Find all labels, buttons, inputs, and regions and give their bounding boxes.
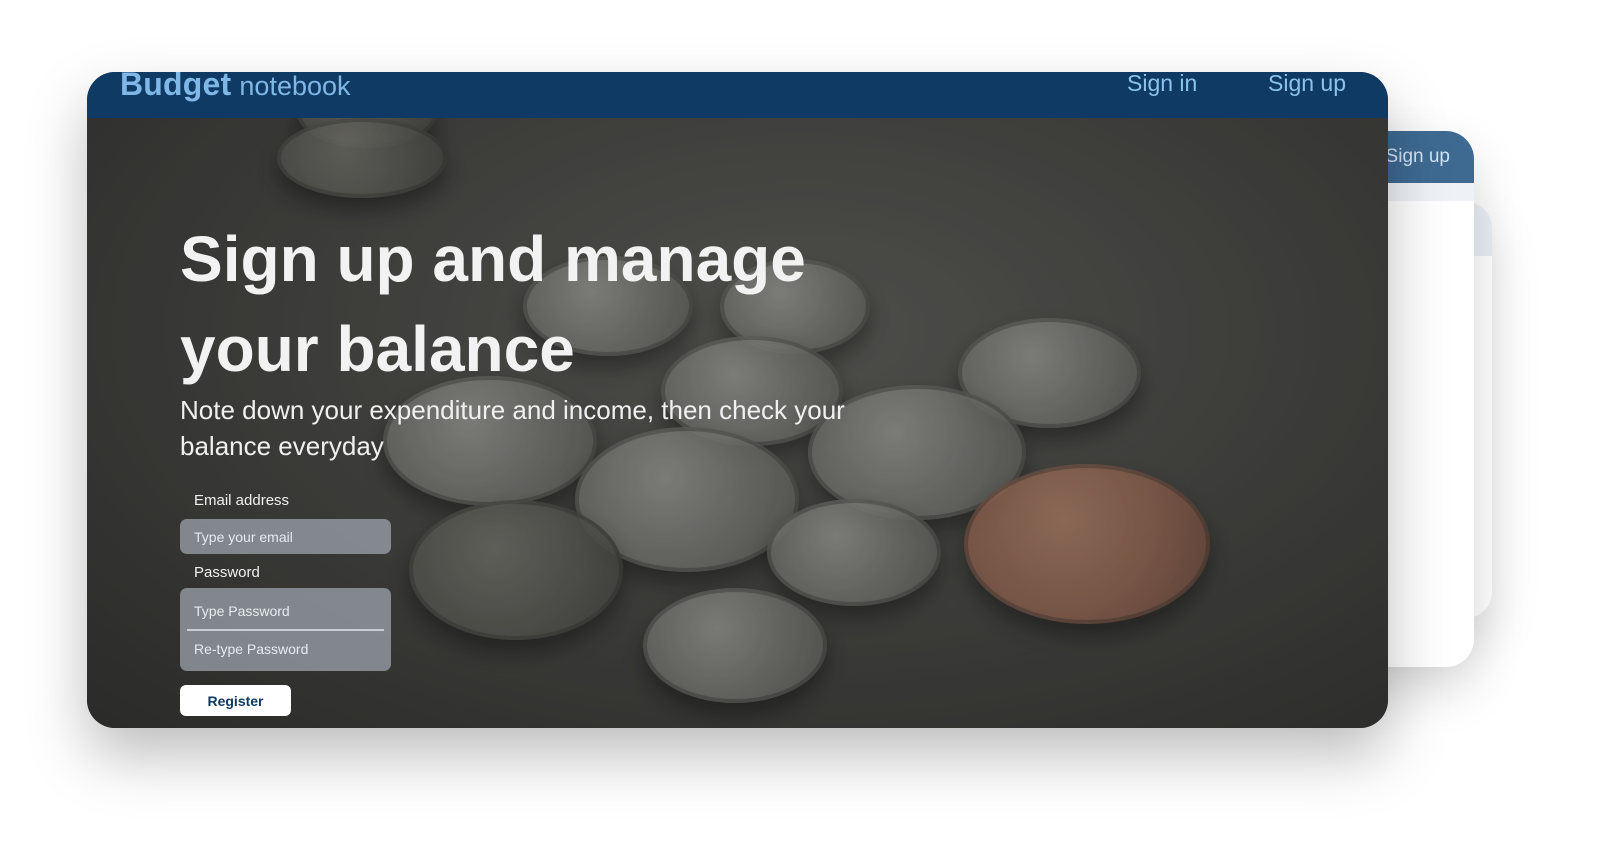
hero-headline: Sign up and manage your balance <box>180 223 806 385</box>
password-field-group <box>180 588 391 671</box>
email-input[interactable] <box>180 519 391 554</box>
password-label: Password <box>194 564 260 581</box>
sign-up-link[interactable]: Sign up <box>1268 72 1346 97</box>
sign-in-link[interactable]: Sign in <box>1127 72 1197 97</box>
brand-logo-bold: Budget <box>120 72 232 102</box>
main-window: Budget notebook Sign in Sign up Sign up a… <box>87 72 1388 728</box>
hero-subtitle: Note down your expenditure and income, t… <box>180 395 845 461</box>
password-input[interactable] <box>180 591 391 631</box>
email-label: Email address <box>194 492 290 509</box>
brand-logo-light: notebook <box>239 72 351 101</box>
brand-logo[interactable]: Budget notebook <box>120 72 351 103</box>
register-button[interactable]: Register <box>180 685 291 716</box>
stacked-card-signup-label: Sign up <box>1385 146 1450 167</box>
retype-password-input[interactable] <box>180 629 391 669</box>
top-nav-bar: Budget notebook Sign in Sign up <box>87 72 1388 118</box>
hero-section: Sign up and manage your balance Note dow… <box>87 118 1388 728</box>
